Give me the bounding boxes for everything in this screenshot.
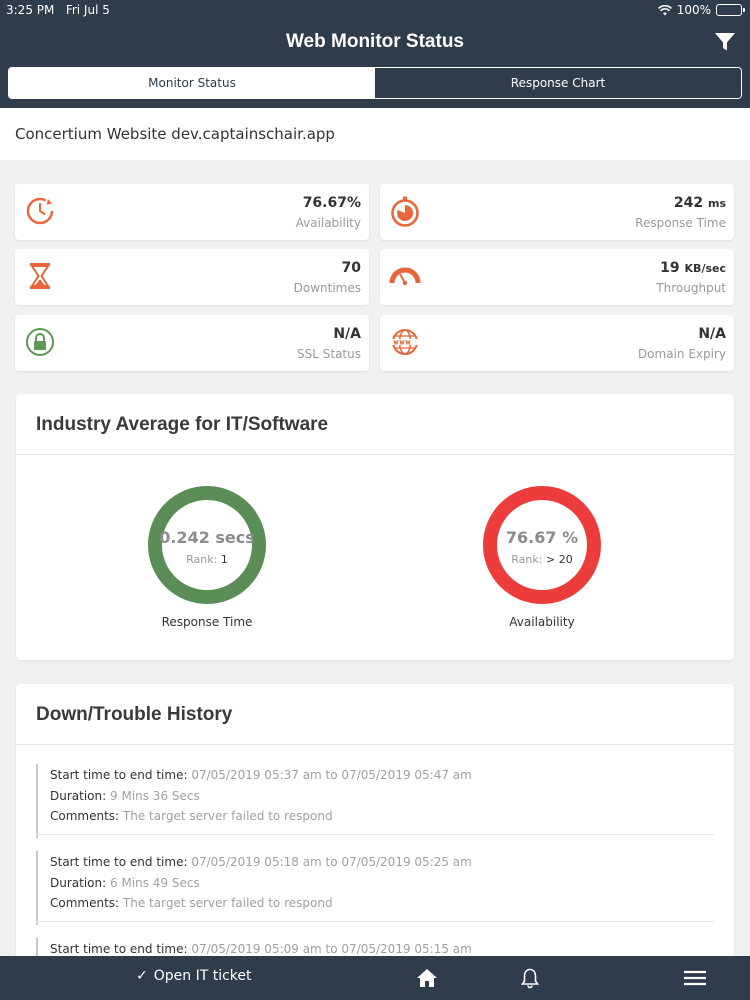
menu-icon[interactable] <box>683 967 707 989</box>
nav-bar: Web Monitor Status Monitor Status Respon… <box>0 20 750 108</box>
ring-rank: Rank: > 20 <box>511 553 573 566</box>
tab-response-chart[interactable]: Response Chart <box>375 68 741 98</box>
metric-value: N/A <box>698 326 726 342</box>
status-bar: 3:25 PM Fri Jul 5 100% <box>0 0 750 20</box>
site-name: Concertium Website dev.captainschair.app <box>15 125 335 143</box>
entry-duration: Duration: 9 Mins 36 Secs <box>50 789 200 803</box>
ring-value: 0.242 secs <box>159 528 255 547</box>
metric-label: SSL Status <box>297 347 361 361</box>
checkmark-icon: ✓ <box>136 968 148 984</box>
metric-card-ssl-status: N/A SSL Status <box>15 315 369 371</box>
metric-value: 76.67% <box>302 195 361 211</box>
entry-marker <box>36 851 38 925</box>
metric-label: Availability <box>295 216 361 230</box>
battery-percent: 100% <box>676 3 711 17</box>
home-icon[interactable] <box>416 967 438 989</box>
ring-label: Response Time <box>161 615 253 629</box>
stopwatch-icon <box>391 196 419 227</box>
response-time-ring: 0.242 secs Rank: 1 <box>146 484 268 606</box>
wifi-icon <box>657 4 672 15</box>
entry-divider <box>36 834 714 835</box>
metric-label: Throughput <box>656 281 726 295</box>
metric-card-throughput: 19 KB/sec Throughput <box>380 249 734 305</box>
ring-value: 76.67 % <box>505 528 579 547</box>
entry-divider <box>36 921 714 922</box>
history-entry[interactable]: Start time to end time: 07/05/2019 05:18… <box>36 851 714 925</box>
entry-time: Start time to end time: 07/05/2019 05:18… <box>50 855 472 869</box>
availability-icon <box>26 197 54 225</box>
battery-icon <box>716 4 745 16</box>
hourglass-icon <box>30 263 50 289</box>
metric-card-response-time: 242 ms Response Time <box>380 184 734 240</box>
bottom-tab-bar: ✓ Open IT ticket <box>0 956 750 1000</box>
status-time: 3:25 PM Fri Jul 5 <box>6 3 110 17</box>
metric-value: 19 KB/sec <box>660 260 726 276</box>
gauge-icon <box>389 267 421 286</box>
history-card: Down/Trouble History Start time to end t… <box>16 684 734 1000</box>
entry-comments: Comments: The target server failed to re… <box>50 809 333 823</box>
site-header: Concertium Website dev.captainschair.app <box>0 108 750 160</box>
industry-average-card: Industry Average for IT/Software 0.242 s… <box>16 394 734 660</box>
status-indicators: 100% <box>657 3 745 17</box>
card-title: Industry Average for IT/Software <box>36 414 329 435</box>
tab-monitor-status[interactable]: Monitor Status <box>9 68 375 98</box>
divider <box>16 454 734 455</box>
open-it-ticket-button[interactable]: ✓ Open IT ticket <box>136 968 252 984</box>
ring-rank: Rank: 1 <box>186 553 228 566</box>
availability-ring: 76.67 % Rank: > 20 <box>481 484 603 606</box>
metric-label: Domain Expiry <box>637 347 726 361</box>
divider <box>16 744 734 745</box>
history-entry[interactable]: Start time to end time: 07/05/2019 05:37… <box>36 764 714 838</box>
metric-value: 242 ms <box>673 195 726 211</box>
card-title: Down/Trouble History <box>36 704 233 725</box>
page-title: Web Monitor Status <box>285 31 465 52</box>
bell-icon[interactable] <box>519 967 541 989</box>
lock-icon <box>26 328 54 356</box>
entry-duration: Duration: 6 Mins 49 Secs <box>50 876 200 890</box>
ring-label: Availability <box>509 615 575 629</box>
entry-comments: Comments: The target server failed to re… <box>50 896 333 910</box>
metric-card-domain-expiry: N/A Domain Expiry <box>380 315 734 371</box>
segmented-control: Monitor Status Response Chart <box>8 67 742 99</box>
entry-time: Start time to end time: 07/05/2019 05:37… <box>50 768 472 782</box>
metric-value: 70 <box>341 260 361 276</box>
filter-icon[interactable] <box>714 32 736 52</box>
globe-icon <box>392 329 418 355</box>
metric-label: Downtimes <box>293 281 361 295</box>
metric-card-availability: 76.67% Availability <box>15 184 369 240</box>
metric-card-downtimes: 70 Downtimes <box>15 249 369 305</box>
entry-time: Start time to end time: 07/05/2019 05:09… <box>50 942 472 956</box>
entry-marker <box>36 764 38 838</box>
metric-label: Response Time <box>635 216 726 230</box>
metric-value: N/A <box>333 326 361 342</box>
